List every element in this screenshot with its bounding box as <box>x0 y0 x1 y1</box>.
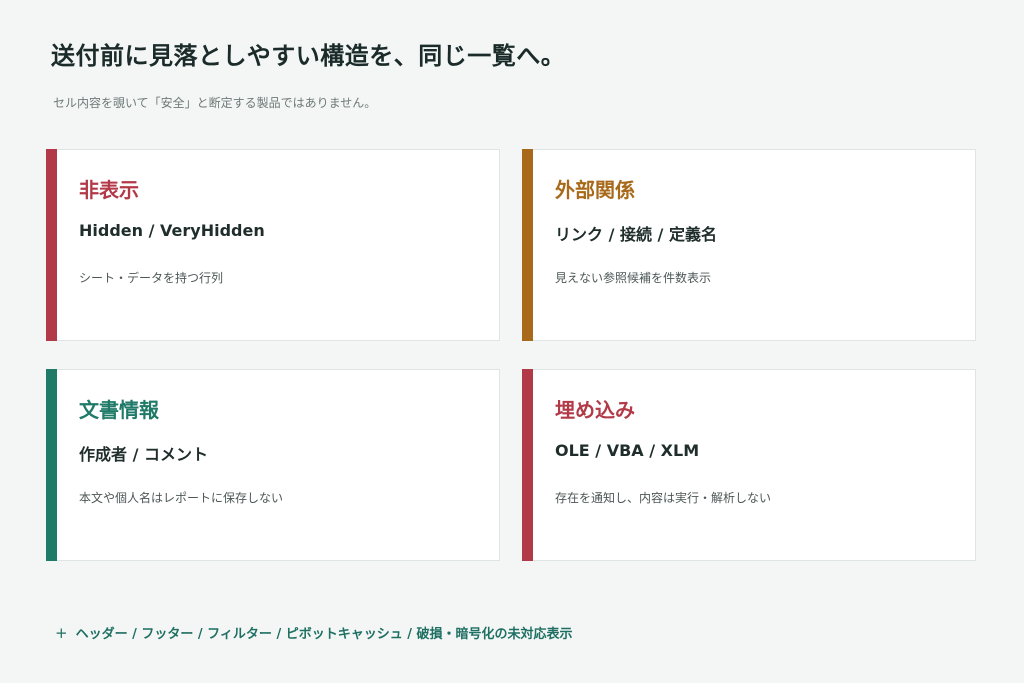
card-description: シート・データを持つ行列 <box>79 271 224 285</box>
card-title: 埋め込み <box>555 398 635 422</box>
card-title: 非表示 <box>79 178 139 202</box>
card-external: 外部関係 リンク / 接続 / 定義名 見えない参照候補を件数表示 <box>522 149 976 341</box>
page-title: 送付前に見落としやすい構造を、同じ一覧へ。 <box>51 42 566 70</box>
card-subtitle: Hidden / VeryHidden <box>79 221 265 240</box>
card-accent-bar <box>522 149 533 341</box>
card-title: 外部関係 <box>555 178 635 202</box>
card-subtitle: リンク / 接続 / 定義名 <box>555 225 717 244</box>
card-description: 存在を通知し、内容は実行・解析しない <box>555 491 772 505</box>
footnote-text: ヘッダー / フッター / フィルター / ピボットキャッシュ / 破損・暗号化… <box>75 627 573 642</box>
card-accent-bar <box>522 369 533 561</box>
footnote: + ヘッダー / フッター / フィルター / ピボットキャッシュ / 破損・暗号… <box>55 623 573 642</box>
card-embedded: 埋め込み OLE / VBA / XLM 存在を通知し、内容は実行・解析しない <box>522 369 976 561</box>
card-description: 見えない参照候補を件数表示 <box>555 271 712 285</box>
card-accent-bar <box>46 149 57 341</box>
plus-icon: + <box>55 624 68 642</box>
card-subtitle: OLE / VBA / XLM <box>555 441 700 460</box>
card-subtitle: 作成者 / コメント <box>79 445 208 464</box>
card-title: 文書情報 <box>79 398 159 422</box>
card-document-info: 文書情報 作成者 / コメント 本文や個人名はレポートに保存しない <box>46 369 500 561</box>
card-hidden: 非表示 Hidden / VeryHidden シート・データを持つ行列 <box>46 149 500 341</box>
card-description: 本文や個人名はレポートに保存しない <box>79 491 284 505</box>
page-subtitle: セル内容を覗いて「安全」と断定する製品ではありません。 <box>53 96 377 110</box>
card-accent-bar <box>46 369 57 561</box>
